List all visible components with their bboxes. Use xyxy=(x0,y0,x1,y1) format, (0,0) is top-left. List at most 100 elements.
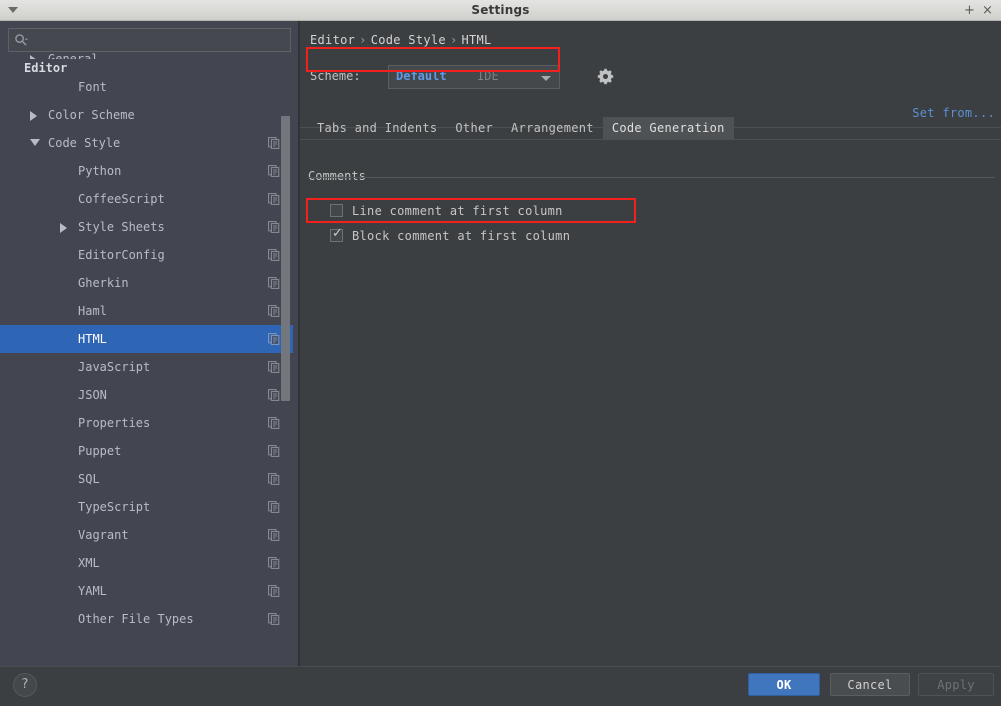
chevron-right-icon[interactable] xyxy=(30,111,37,121)
sidebar-item-label: Code Style xyxy=(48,136,121,150)
sidebar-item-label: Python xyxy=(78,164,122,178)
sidebar-scrollbar-thumb[interactable] xyxy=(281,116,290,401)
sidebar-item-label: Gherkin xyxy=(78,276,129,290)
settings-tab-bar[interactable]: Tabs and Indents Other Arrangement Code Gen… xyxy=(308,117,734,139)
sidebar-item-label: SQL xyxy=(78,472,100,486)
sidebar-item-python[interactable]: Python xyxy=(0,157,293,185)
tab-tabs-and-indents[interactable]: Tabs and Indents xyxy=(308,117,446,139)
dialog-footer: ? OK Cancel Apply xyxy=(0,666,1001,706)
check-mark-icon: ✓ xyxy=(332,226,343,241)
sidebar-item-javascript[interactable]: JavaScript xyxy=(0,353,293,381)
set-from-link[interactable]: Set from... xyxy=(912,106,995,120)
copy-scheme-icon[interactable] xyxy=(268,445,280,457)
sidebar-item-label: Other File Types xyxy=(78,612,194,626)
scheme-dropdown[interactable]: Default IDE xyxy=(388,65,560,89)
checkbox-label: Line comment at first column xyxy=(352,204,563,218)
sidebar-item-label: Style Sheets xyxy=(78,220,165,234)
apply-button[interactable]: Apply xyxy=(918,673,994,696)
breadcrumb-separator: › xyxy=(359,33,367,47)
sidebar-item-gherkin[interactable]: Gherkin xyxy=(0,269,293,297)
copy-scheme-icon[interactable] xyxy=(268,249,280,261)
sidebar-item-yaml[interactable]: YAML xyxy=(0,577,293,605)
checkbox-label: Block comment at first column xyxy=(352,229,571,243)
ok-button[interactable]: OK xyxy=(748,673,820,696)
scheme-selected-value: Default xyxy=(396,69,447,83)
sidebar-item-vagrant[interactable]: Vagrant xyxy=(0,521,293,549)
close-button[interactable]: × xyxy=(980,3,995,18)
dialog-body: GeneralFontColor SchemeCode StylePythonC… xyxy=(0,21,1001,666)
sidebar-item-label: Properties xyxy=(78,416,151,430)
sidebar-item-label: TypeScript xyxy=(78,500,151,514)
sidebar-item-color-scheme[interactable]: Color Scheme xyxy=(0,101,293,129)
tab-bar-underline xyxy=(300,139,1001,140)
comments-group-title: Comments xyxy=(308,169,373,183)
settings-content-pane: Editor › Code Style › HTML Scheme: Default I… xyxy=(300,21,1001,666)
tab-arrangement[interactable]: Arrangement xyxy=(502,117,603,139)
copy-scheme-icon[interactable] xyxy=(268,389,280,401)
sidebar-item-properties[interactable]: Properties xyxy=(0,409,293,437)
sidebar-item-sql[interactable]: SQL xyxy=(0,465,293,493)
breadcrumb-separator: › xyxy=(449,33,458,47)
copy-scheme-icon[interactable] xyxy=(268,137,280,149)
sidebar-item-label: Color Scheme xyxy=(48,108,135,122)
settings-sidebar: GeneralFontColor SchemeCode StylePythonC… xyxy=(0,21,300,666)
sidebar-item-haml[interactable]: Haml xyxy=(0,297,293,325)
sidebar-item-label: CoffeeScript xyxy=(78,192,165,206)
copy-scheme-icon[interactable] xyxy=(268,165,280,177)
sidebar-item-html[interactable]: HTML xyxy=(0,325,293,353)
tab-other[interactable]: Other xyxy=(446,117,502,139)
copy-scheme-icon[interactable] xyxy=(268,585,280,597)
copy-scheme-icon[interactable] xyxy=(268,473,280,485)
sidebar-item-label: Haml xyxy=(78,304,107,318)
cancel-button[interactable]: Cancel xyxy=(830,673,910,696)
copy-scheme-icon[interactable] xyxy=(268,417,280,429)
checkbox-checked-icon[interactable]: ✓ xyxy=(330,226,343,242)
help-button[interactable]: ? xyxy=(13,673,37,697)
sidebar-item-editorconfig[interactable]: EditorConfig xyxy=(0,241,293,269)
copy-scheme-icon[interactable] xyxy=(268,193,280,205)
sidebar-item-other-file-types[interactable]: Other File Types xyxy=(0,605,293,633)
copy-scheme-icon[interactable] xyxy=(268,529,280,541)
sidebar-item-label: XML xyxy=(78,556,100,570)
chevron-right-icon[interactable] xyxy=(60,223,67,233)
settings-tree[interactable]: GeneralFontColor SchemeCode StylePythonC… xyxy=(0,45,293,652)
tree-section-header: Editor xyxy=(0,59,293,78)
sidebar-item-label: JavaScript xyxy=(78,360,151,374)
breadcrumb-part[interactable]: Code Style xyxy=(371,33,446,47)
breadcrumb-part[interactable]: HTML xyxy=(461,33,491,47)
copy-scheme-icon[interactable] xyxy=(268,333,280,345)
sidebar-item-coffeescript[interactable]: CoffeeScript xyxy=(0,185,293,213)
sidebar-item-style-sheets[interactable]: Style Sheets xyxy=(0,213,293,241)
chevron-down-icon[interactable] xyxy=(30,139,40,146)
comments-group-rule xyxy=(308,177,995,178)
breadcrumb: Editor › Code Style › HTML xyxy=(310,29,492,51)
sidebar-item-puppet[interactable]: Puppet xyxy=(0,437,293,465)
copy-scheme-icon[interactable] xyxy=(268,277,280,289)
scheme-scope-label: IDE xyxy=(477,69,499,83)
copy-scheme-icon[interactable] xyxy=(268,613,280,625)
gear-icon[interactable] xyxy=(597,68,614,85)
sidebar-item-code-style[interactable]: Code Style xyxy=(0,129,293,157)
sidebar-item-label: YAML xyxy=(78,584,107,598)
sidebar-item-label: HTML xyxy=(78,332,107,346)
chevron-down-icon[interactable] xyxy=(541,76,551,81)
sidebar-item-label: Vagrant xyxy=(78,528,129,542)
sidebar-item-json[interactable]: JSON xyxy=(0,381,293,409)
sidebar-item-typescript[interactable]: TypeScript xyxy=(0,493,293,521)
sidebar-item-label: JSON xyxy=(78,388,107,402)
copy-scheme-icon[interactable] xyxy=(268,221,280,233)
copy-scheme-icon[interactable] xyxy=(268,501,280,513)
copy-scheme-icon[interactable] xyxy=(268,305,280,317)
copy-scheme-icon[interactable] xyxy=(268,361,280,373)
tab-code-generation[interactable]: Code Generation xyxy=(602,117,734,139)
comments-group-header: Comments xyxy=(308,169,995,183)
checkbox-unchecked-icon[interactable] xyxy=(330,204,343,217)
breadcrumb-part[interactable]: Editor xyxy=(310,33,355,47)
sidebar-item-label: EditorConfig xyxy=(78,248,165,262)
copy-scheme-icon[interactable] xyxy=(268,557,280,569)
window-title: Settings xyxy=(471,3,530,17)
maximize-button[interactable]: + xyxy=(962,3,977,18)
scheme-label: Scheme: xyxy=(310,69,361,83)
sidebar-scrollbar-track[interactable] xyxy=(281,59,295,666)
sidebar-item-xml[interactable]: XML xyxy=(0,549,293,577)
